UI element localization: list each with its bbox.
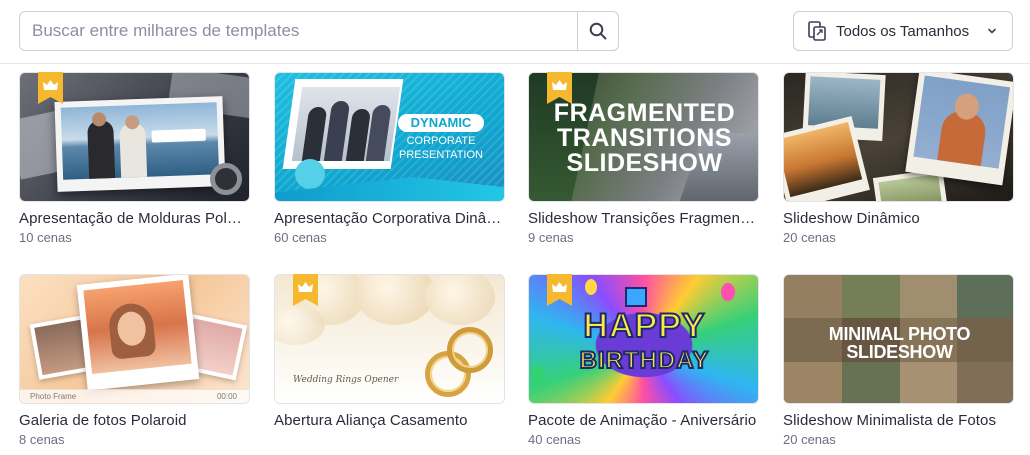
premium-crown-icon [293, 274, 318, 306]
template-title[interactable]: Apresentação Corporativa Dinâmica [274, 210, 505, 227]
thumbnail-text: DYNAMIC [410, 115, 472, 130]
template-scene-count: 9 cenas [528, 230, 574, 245]
template-scene-count: 60 cenas [274, 230, 327, 245]
thumbnail-caption: Wedding Rings Opener [293, 375, 399, 385]
thumbnail-text: MINIMAL PHOTO SLIDESHOW [828, 324, 971, 362]
premium-crown-icon [547, 72, 572, 104]
search-icon [589, 22, 607, 40]
template-title[interactable]: Slideshow Transições Fragmentadas [528, 210, 759, 227]
template-thumbnail[interactable] [783, 72, 1014, 202]
template-thumbnail[interactable]: MINIMAL PHOTO SLIDESHOW [783, 274, 1014, 404]
template-card[interactable]: Slideshow Dinâmico 20 cenas [783, 72, 1014, 245]
template-scene-count: 20 cenas [783, 432, 836, 447]
template-scene-count: 20 cenas [783, 230, 836, 245]
thumbnail-text: PRESENTATION [399, 149, 483, 161]
template-thumbnail[interactable]: DYNAMIC CORPORATE PRESENTATION [274, 72, 505, 202]
thumbnail-text: FRAGMENTED [553, 99, 736, 127]
template-title[interactable]: Pacote de Animação - Aniversário [528, 412, 759, 429]
template-scene-count: 40 cenas [528, 432, 581, 447]
thumbnail-caption: Photo Frame [30, 392, 77, 401]
template-card[interactable]: DYNAMIC CORPORATE PRESENTATION Apresenta… [274, 72, 505, 245]
thumbnail-text: BIRTHDAY [579, 347, 710, 374]
size-filter-dropdown[interactable]: Todos os Tamanhos [793, 11, 1013, 51]
search-box [19, 11, 619, 51]
thumbnail-time: 00:00 [216, 392, 237, 401]
thumbnail-text: HAPPY [582, 307, 706, 345]
chevron-down-icon [988, 28, 996, 34]
premium-crown-icon [547, 274, 572, 306]
thumbnail-text: SLIDESHOW [566, 149, 723, 177]
template-title[interactable]: Galeria de fotos Polaroid [19, 412, 250, 429]
thumbnail-text: CORPORATE [406, 135, 476, 147]
template-card[interactable]: Photo Frame 00:00 Galeria de fotos Polar… [19, 274, 250, 447]
template-card[interactable]: HAPPY BIRTHDAY Pacote de Animação - Aniv… [528, 274, 759, 447]
premium-crown-icon [38, 72, 63, 104]
size-filter-label: Todos os Tamanhos [836, 22, 970, 40]
template-scene-count: 8 cenas [19, 432, 65, 447]
thumbnail-text: TRANSITIONS [557, 124, 732, 152]
template-scene-count: 10 cenas [19, 230, 72, 245]
top-bar: Todos os Tamanhos [0, 0, 1030, 64]
template-card[interactable]: MINIMAL PHOTO SLIDESHOW Slideshow Minima… [783, 274, 1014, 447]
template-title[interactable]: Slideshow Minimalista de Fotos [783, 412, 1014, 429]
template-card[interactable]: FRAGMENTED TRANSITIONS SLIDESHOW Slidesh… [528, 72, 759, 245]
template-title[interactable]: Slideshow Dinâmico [783, 210, 1014, 227]
template-card[interactable]: Wedding Rings Opener Abertura Aliança Ca… [274, 274, 505, 432]
template-card[interactable]: Apresentação de Molduras Polaroid 10 cen… [19, 72, 250, 245]
template-thumbnail[interactable]: Photo Frame 00:00 [19, 274, 250, 404]
search-input[interactable] [20, 12, 578, 50]
search-button[interactable] [577, 12, 618, 50]
template-title[interactable]: Abertura Aliança Casamento [274, 412, 505, 429]
template-title[interactable]: Apresentação de Molduras Polaroid [19, 210, 250, 227]
resize-icon [808, 21, 826, 41]
